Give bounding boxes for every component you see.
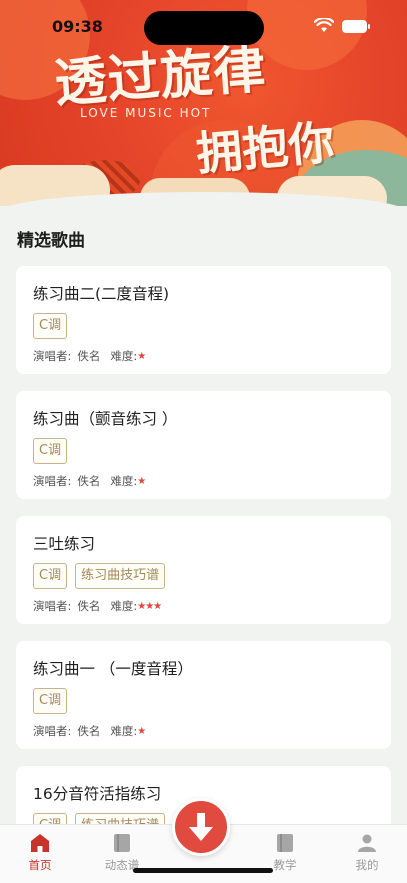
song-tags: C调 xyxy=(33,313,68,339)
song-meta: 演唱者: 佚名 难度: ★ xyxy=(33,723,146,739)
song-meta: 演唱者: 佚名 难度: ★ xyxy=(33,473,146,489)
category-tag: 练习曲技巧谱 xyxy=(75,563,166,589)
song-name: 练习曲（颤音练习 ） xyxy=(33,410,178,428)
key-tag: C调 xyxy=(33,438,68,464)
key-tag: C调 xyxy=(33,688,68,714)
tab-home[interactable]: 首页 xyxy=(10,825,70,875)
singer-name: 佚名 xyxy=(77,599,101,613)
home-indicator xyxy=(133,868,273,873)
difficulty-label: 难度: xyxy=(110,724,138,738)
song-tags: C调 xyxy=(33,438,68,464)
singer-label: 演唱者: xyxy=(33,599,72,613)
singer-name: 佚名 xyxy=(77,724,101,738)
tab-profile[interactable]: 我的 xyxy=(337,825,397,875)
song-name: 练习曲二(二度音程) xyxy=(33,285,170,303)
user-icon xyxy=(358,834,376,852)
key-tag: C调 xyxy=(33,313,68,339)
song-card[interactable]: 练习曲二(二度音程) C调 演唱者: 佚名 难度: ★ xyxy=(16,266,391,374)
difficulty-label: 难度: xyxy=(110,599,138,613)
song-tags: C调 xyxy=(33,688,68,714)
status-bar: 09:38 xyxy=(0,0,407,50)
battery-icon xyxy=(342,20,370,33)
song-meta: 演唱者: 佚名 难度: ★★★ xyxy=(33,598,162,614)
song-card[interactable]: 三吐练习 C调 练习曲技巧谱 演唱者: 佚名 难度: ★★★ xyxy=(16,516,391,624)
key-tag: C调 xyxy=(33,563,68,589)
tab-label: 首页 xyxy=(28,858,52,872)
section-title: 精选歌曲 xyxy=(17,231,85,251)
singer-name: 佚名 xyxy=(77,349,101,363)
status-time: 09:38 xyxy=(52,17,103,36)
song-tags: C调 练习曲技巧谱 xyxy=(33,563,166,589)
difficulty-star-icon: ★ xyxy=(137,350,146,362)
download-button[interactable] xyxy=(172,798,230,856)
book-icon xyxy=(114,834,130,852)
tab-label: 我的 xyxy=(355,858,379,872)
difficulty-label: 难度: xyxy=(110,474,138,488)
download-arrow-icon xyxy=(189,813,213,841)
home-icon xyxy=(31,834,49,852)
difficulty-star-icon: ★ xyxy=(137,475,146,487)
difficulty-star-icon: ★★★ xyxy=(137,600,162,612)
singer-name: 佚名 xyxy=(77,474,101,488)
song-card[interactable]: 练习曲一 （一度音程） C调 演唱者: 佚名 难度: ★ xyxy=(16,641,391,749)
singer-label: 演唱者: xyxy=(33,349,72,363)
song-name: 三吐练习 xyxy=(33,535,96,553)
book-icon xyxy=(277,834,293,852)
singer-label: 演唱者: xyxy=(33,474,72,488)
wifi-icon xyxy=(314,18,334,32)
difficulty-label: 难度: xyxy=(110,349,138,363)
song-meta: 演唱者: 佚名 难度: ★ xyxy=(33,348,146,364)
dynamic-island xyxy=(144,11,264,45)
song-name: 练习曲一 （一度音程） xyxy=(33,660,193,678)
difficulty-star-icon: ★ xyxy=(137,725,146,737)
banner-subtitle: LOVE MUSIC HOT xyxy=(80,106,212,120)
song-name: 16分音符活指练习 xyxy=(33,785,162,803)
singer-label: 演唱者: xyxy=(33,724,72,738)
song-card[interactable]: 练习曲（颤音练习 ） C调 演唱者: 佚名 难度: ★ xyxy=(16,391,391,499)
banner-title-line2: 拥抱你 xyxy=(194,115,337,181)
